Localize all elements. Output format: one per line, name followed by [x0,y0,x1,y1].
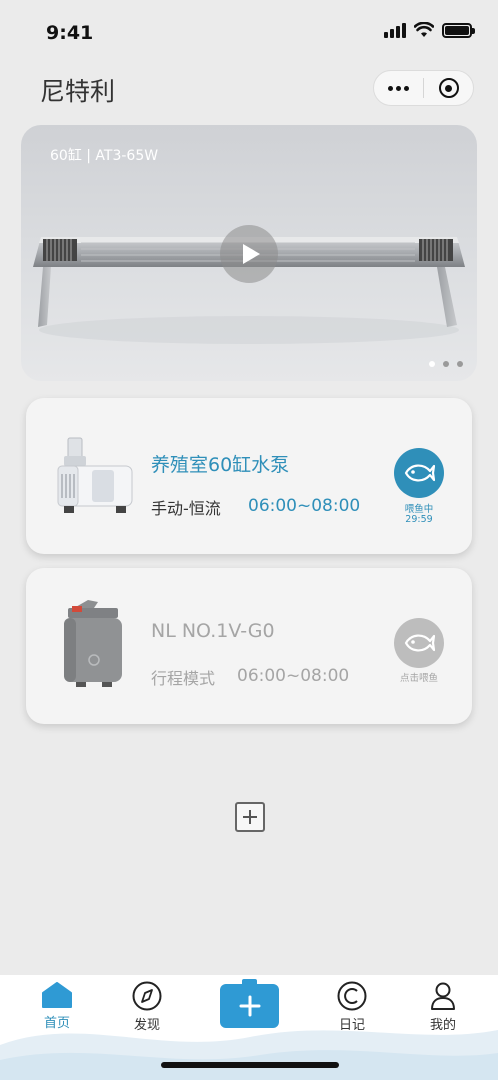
pager-dot[interactable] [443,361,449,367]
tab-diary[interactable]: 日记 [322,981,382,1033]
battery-icon [442,22,475,38]
tab-discover[interactable]: 发现 [117,981,177,1033]
banner-caption: 60缸 | AT3-65W [50,148,159,164]
tab-bar: 首页 发现 日记 我的 [0,975,498,1080]
add-tab-button[interactable] [220,979,279,1028]
device-mode: 手动-恒流 [151,499,221,518]
feed-countdown: 29:59 [405,514,433,525]
tab-label: 日记 [338,1018,365,1033]
tab-mine[interactable]: 我的 [413,981,473,1033]
mini-program-capsule [373,70,474,106]
add-device-button[interactable] [235,802,265,832]
play-video-button[interactable] [220,225,278,283]
feed-status: 点击喂鱼 [399,673,438,684]
tab-label: 首页 [43,1016,70,1031]
feed-fish-button[interactable] [394,618,444,668]
cellular-signal-icon [384,22,406,38]
device-schedule: 06:00~08:00 [237,666,350,686]
home-icon [42,982,72,1008]
plus-icon [239,995,260,1017]
status-icons [384,22,475,38]
fish-icon [404,634,435,652]
pager-dot[interactable] [457,361,463,367]
page-title: 尼特利 [40,77,116,106]
feed-status: 喂鱼中 [404,504,434,515]
user-icon [431,982,455,1010]
device-name: NL NO.1V-G0 [151,620,275,642]
plus-icon [243,810,257,824]
fish-icon [404,464,435,482]
product-banner[interactable]: 60缸 | AT3-65W [21,125,477,381]
feed-fish-button[interactable] [394,448,444,498]
device-card[interactable]: NL NO.1V-G0 行程模式 06:00~08:00 点击喂鱼 [26,568,472,724]
tab-home[interactable]: 首页 [27,981,87,1031]
home-indicator [161,1062,339,1068]
pager-dot[interactable] [429,361,435,367]
compass-icon [132,981,162,1011]
status-time: 9:41 [46,22,94,44]
close-mini-program-button[interactable] [424,71,473,105]
device-mode: 行程模式 [151,669,216,688]
device-card[interactable]: 养殖室60缸水泵 手动-恒流 06:00~08:00 喂鱼中 29:59 [26,398,472,554]
water-pump-image [57,437,133,513]
tab-label: 发现 [133,1018,160,1033]
tab-label: 我的 [429,1018,456,1033]
banner-pager [429,361,463,367]
target-icon [438,78,459,98]
filter-canister-image [64,600,122,687]
wifi-icon [414,22,434,37]
device-schedule: 06:00~08:00 [248,496,361,516]
status-bar: 9:41 [0,0,498,64]
more-menu-button[interactable] [374,71,423,105]
device-name: 养殖室60缸水泵 [151,454,290,476]
diary-icon [337,981,367,1011]
more-dots-icon [388,85,409,91]
